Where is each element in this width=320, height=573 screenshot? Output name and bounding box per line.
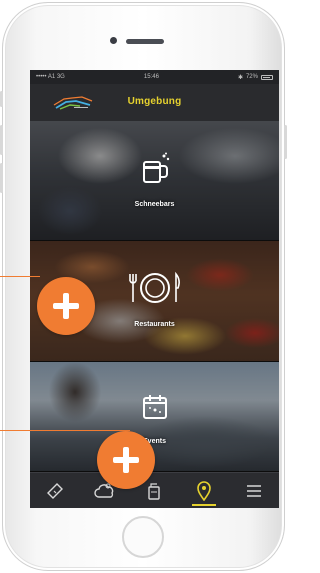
ticket-icon	[46, 482, 63, 499]
page-title: Umgebung	[127, 96, 182, 107]
status-bar: ••••• A1 3G 15:46 ✱ 72%	[30, 70, 279, 84]
tab-bar	[30, 472, 279, 508]
tab-tickets[interactable]	[35, 474, 75, 508]
callout-line-top	[0, 276, 40, 277]
battery-percent: 72%	[245, 74, 258, 80]
calendar-icon	[142, 395, 167, 419]
tile-label-events: Events	[143, 438, 166, 445]
battery-icon	[260, 74, 273, 80]
tile-schneebars[interactable]: Schneebars	[30, 121, 279, 241]
menu-icon	[247, 484, 262, 497]
carrier-signal: ••••• A1 3G	[36, 74, 65, 80]
beer-mug-icon	[142, 152, 169, 183]
status-time: 15:46	[143, 74, 159, 80]
battery-status: ✱ 72%	[238, 74, 273, 81]
earpiece-speaker	[126, 39, 164, 44]
plate-cutlery-icon	[128, 271, 180, 303]
tab-menu[interactable]	[234, 474, 274, 508]
volume-up-button	[0, 125, 3, 155]
bluetooth-icon: ✱	[237, 74, 243, 81]
volume-down-button	[0, 163, 3, 193]
drink-cup-icon	[148, 482, 161, 500]
power-button	[284, 125, 287, 159]
add-callout-icon[interactable]	[37, 277, 95, 335]
app-header: Umgebung	[30, 84, 279, 121]
tab-location[interactable]	[184, 474, 224, 508]
callout-line-bottom	[0, 430, 130, 431]
tile-label-schneebars: Schneebars	[134, 201, 175, 208]
add-callout-icon-2[interactable]	[97, 431, 155, 489]
location-pin-icon	[197, 480, 212, 501]
front-camera	[110, 37, 117, 44]
mute-switch	[0, 91, 3, 107]
home-button[interactable]	[122, 516, 164, 558]
